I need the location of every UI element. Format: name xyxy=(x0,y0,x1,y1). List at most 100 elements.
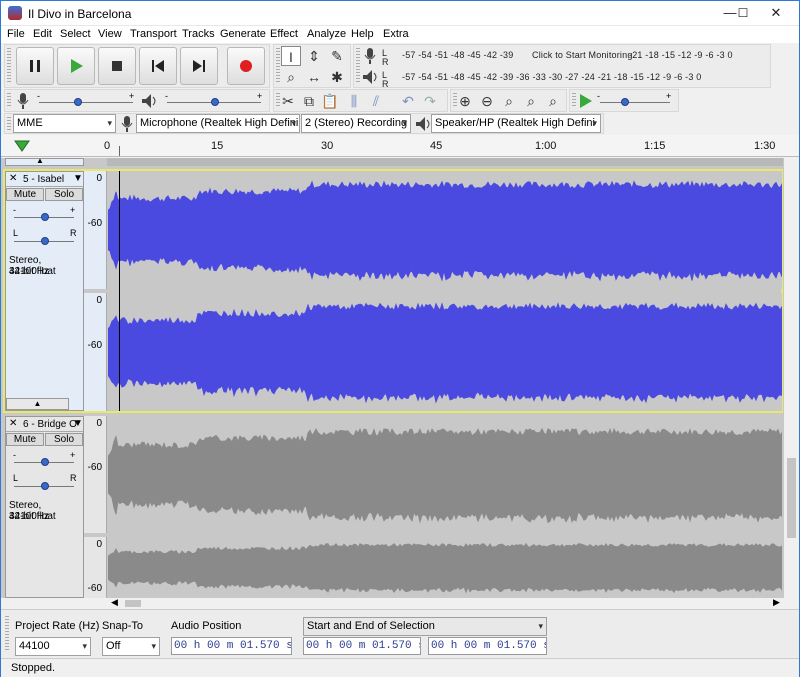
chevron-down-icon[interactable]: ▼ xyxy=(73,173,83,184)
vertical-scale[interactable]: 0 -60 xyxy=(84,171,107,289)
horizontal-scrollbar[interactable]: ◀ ▶ xyxy=(107,597,784,609)
record-volume-slider[interactable] xyxy=(74,98,82,106)
skip-end-button[interactable] xyxy=(180,47,218,85)
track-name[interactable]: 6 - Bridge O xyxy=(23,419,77,430)
timeshift-tool-button[interactable]: ↔ xyxy=(304,67,324,87)
playback-volume-slider[interactable] xyxy=(211,98,219,106)
paste-button[interactable]: 📋 xyxy=(320,91,340,111)
speed-plus: + xyxy=(666,91,672,101)
menu-extra[interactable]: Extra xyxy=(383,28,409,40)
menu-edit[interactable]: Edit xyxy=(33,28,52,40)
selection-start-field[interactable]: 00 h 00 m 01.570 s xyxy=(303,637,421,655)
toolbar-grip[interactable] xyxy=(276,48,280,84)
timeline-ruler[interactable]: 0 15 30 45 1:00 1:15 1:30 xyxy=(1,135,799,157)
collapse-icon[interactable]: ▲ xyxy=(36,158,44,165)
audio-position-field[interactable]: 00 h 00 m 01.570 s xyxy=(171,637,292,655)
vertical-scale[interactable]: 0 -60 xyxy=(84,416,107,533)
waveform-right-channel[interactable] xyxy=(108,537,782,598)
zoom-out-button[interactable]: ⊖ xyxy=(477,91,497,111)
record-meter-scale[interactable]: -57 -54 -51 -48 -45 -42 -39 xyxy=(402,50,513,60)
scroll-right-icon[interactable]: ▶ xyxy=(773,597,780,608)
menu-help[interactable]: Help xyxy=(351,28,374,40)
solo-button[interactable]: Solo xyxy=(45,433,83,446)
draw-tool-button[interactable]: ✎ xyxy=(327,46,347,66)
track-name-bar[interactable]: ✕ 5 - Isabel ▼ xyxy=(6,172,83,187)
vertical-scrollbar[interactable] xyxy=(784,158,799,598)
close-button[interactable]: ✕ xyxy=(753,1,799,26)
play-meter-button[interactable] xyxy=(360,67,380,87)
record-button[interactable] xyxy=(227,47,265,85)
envelope-tool-button[interactable]: ⇕ xyxy=(304,46,324,66)
multi-tool-button[interactable]: ✱ xyxy=(327,67,347,87)
zoom-toolbar: ⊕ ⊖ ⌕ ⌕ ⌕ xyxy=(450,89,567,112)
menu-analyze[interactable]: Analyze xyxy=(307,28,346,40)
close-icon[interactable]: ✕ xyxy=(9,418,17,429)
copy-button[interactable]: ⧉ xyxy=(299,91,319,111)
recording-device-select[interactable]: Microphone (Realtek High Defini ▾ xyxy=(136,114,300,133)
zoom-in-icon: ⊕ xyxy=(459,93,471,109)
redo-button[interactable]: ↷ xyxy=(420,91,440,111)
start-monitoring-prompt[interactable]: Click to Start Monitoring xyxy=(532,50,633,60)
track-name-bar[interactable]: ✕ 6 - Bridge O ▼ xyxy=(6,417,83,432)
gain-slider[interactable] xyxy=(41,213,49,221)
selection-tool-button[interactable]: I xyxy=(281,46,301,66)
solo-button[interactable]: Solo xyxy=(45,188,83,201)
menu-select[interactable]: Select xyxy=(60,28,91,40)
pan-slider[interactable] xyxy=(41,237,49,245)
horizontal-scroll-thumb[interactable] xyxy=(125,600,141,607)
mute-button[interactable]: Mute xyxy=(6,433,44,446)
close-icon[interactable]: ✕ xyxy=(9,173,17,184)
chevron-down-icon[interactable]: ▼ xyxy=(73,418,83,429)
gain-slider[interactable] xyxy=(41,458,49,466)
cut-button[interactable]: ✂ xyxy=(278,91,298,111)
audio-host-select[interactable]: MME ▾ xyxy=(13,114,116,133)
silence-button[interactable]: ⫽ xyxy=(366,91,386,111)
waveform-right-channel[interactable] xyxy=(108,293,782,411)
menu-view[interactable]: View xyxy=(98,28,122,40)
project-rate-select[interactable]: 44100 ▾ xyxy=(15,637,91,656)
fit-project-button[interactable]: ⌕ xyxy=(521,91,541,111)
pause-button[interactable] xyxy=(16,47,54,85)
vertical-scale[interactable]: 0 -60 xyxy=(84,537,107,598)
menu-file[interactable]: File xyxy=(7,28,25,40)
scroll-left-icon[interactable]: ◀ xyxy=(111,597,118,608)
stop-button[interactable] xyxy=(98,47,136,85)
vertical-scale[interactable]: 0 -60 xyxy=(84,293,107,411)
play-meter-scale[interactable]: -57 -54 -51 -48 -45 -42 -39 -36 -33 -30 … xyxy=(402,72,701,82)
track-name[interactable]: 5 - Isabel xyxy=(23,174,64,185)
waveform-left-channel[interactable] xyxy=(108,171,782,289)
waveform-left-channel[interactable] xyxy=(108,416,782,533)
chevron-down-icon: ▾ xyxy=(82,641,87,651)
selection-mode-select[interactable]: Start and End of Selection ▾ xyxy=(303,617,547,636)
playback-speed-slider[interactable] xyxy=(621,98,629,106)
fit-selection-button[interactable]: ⌕ xyxy=(499,91,519,111)
skip-start-button[interactable] xyxy=(139,47,177,85)
recording-channels-select[interactable]: 2 (Stereo) Recording ▾ xyxy=(301,114,411,133)
pan-slider[interactable] xyxy=(41,482,49,490)
vertical-scroll-thumb[interactable] xyxy=(787,458,796,538)
zoom-toggle-button[interactable]: ⌕ xyxy=(543,91,563,111)
play-at-speed-button[interactable] xyxy=(575,91,595,111)
scale-label: -60 xyxy=(87,583,102,594)
snap-to-select[interactable]: Off ▾ xyxy=(102,637,160,656)
selection-end-field[interactable]: 00 h 00 m 01.570 s xyxy=(428,637,547,655)
record-meter-button[interactable] xyxy=(360,46,380,66)
mute-button[interactable]: Mute xyxy=(6,188,44,201)
playback-device-select[interactable]: Speaker/HP (Realtek High Defini ▾ xyxy=(431,114,601,133)
toolbar-grip[interactable] xyxy=(7,48,11,84)
trim-button[interactable]: ⫼ xyxy=(344,91,364,111)
chevron-down-icon: ▾ xyxy=(107,118,112,128)
menu-tracks[interactable]: Tracks xyxy=(182,28,215,40)
menu-generate[interactable]: Generate xyxy=(220,28,266,40)
record-icon xyxy=(240,60,252,72)
collapse-track-button[interactable]: ▲ xyxy=(6,398,69,410)
zoom-in-button[interactable]: ⊕ xyxy=(455,91,475,111)
pencil-icon: ✎ xyxy=(331,48,343,64)
menu-effect[interactable]: Effect xyxy=(270,28,298,40)
pin-play-head-icon[interactable] xyxy=(14,139,30,153)
meter-channel-right: R xyxy=(382,57,389,67)
undo-button[interactable]: ↶ xyxy=(398,91,418,111)
menu-transport[interactable]: Transport xyxy=(130,28,177,40)
play-button[interactable] xyxy=(57,47,95,85)
zoom-tool-button[interactable]: ⌕ xyxy=(281,67,301,87)
